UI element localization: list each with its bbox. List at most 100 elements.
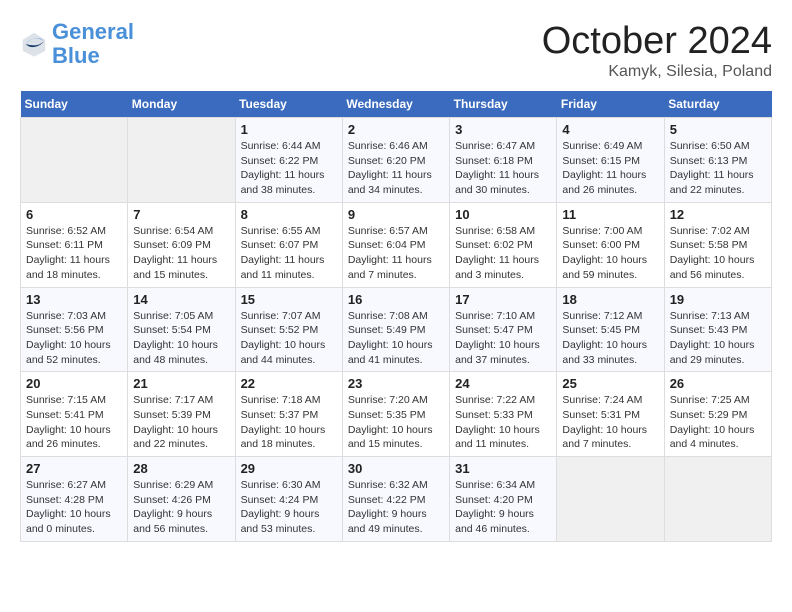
cell-text: Sunrise: 6:46 AM Sunset: 6:20 PM Dayligh… — [348, 139, 444, 198]
day-number: 27 — [26, 461, 122, 476]
calendar-cell: 20Sunrise: 7:15 AM Sunset: 5:41 PM Dayli… — [21, 372, 128, 457]
calendar-cell: 7 Sunrise: 6:54 AM Sunset: 6:09 PM Daylig… — [128, 202, 235, 287]
weekday-header: Sunday — [21, 91, 128, 118]
calendar-cell: 19 Sunrise: 7:13 AM Sunset: 5:43 PM Dayli… — [664, 287, 771, 372]
cell-text: Sunrise: 6:49 AM Sunset: 6:15 PM Dayligh… — [562, 139, 658, 198]
calendar-cell: 23Sunrise: 7:20 AM Sunset: 5:35 PM Dayli… — [342, 372, 449, 457]
day-number: 5 — [670, 122, 766, 137]
calendar-cell: 11Sunrise: 7:00 AM Sunset: 6:00 PM Dayli… — [557, 202, 664, 287]
calendar-cell: 24 Sunrise: 7:22 AM Sunset: 5:33 PM Dayli… — [450, 372, 557, 457]
day-number: 26 — [670, 376, 766, 391]
calendar-row: 6Sunrise: 6:52 AM Sunset: 6:11 PM Daylig… — [21, 202, 772, 287]
logo: General Blue — [20, 20, 134, 68]
day-number: 25 — [562, 376, 658, 391]
day-number: 28 — [133, 461, 229, 476]
calendar-cell: 14 Sunrise: 7:05 AM Sunset: 5:54 PM Dayli… — [128, 287, 235, 372]
day-number: 7 — [133, 207, 229, 222]
cell-text: Sunrise: 7:03 AM Sunset: 5:56 PM Dayligh… — [26, 309, 122, 368]
calendar-cell: 27 Sunrise: 6:27 AM Sunset: 4:28 PM Dayli… — [21, 457, 128, 542]
cell-text: Sunrise: 6:55 AM Sunset: 6:07 PM Dayligh… — [241, 224, 337, 283]
cell-text: Sunrise: 7:25 AM Sunset: 5:29 PM Dayligh… — [670, 393, 766, 452]
day-number: 3 — [455, 122, 551, 137]
cell-text: Sunrise: 6:32 AM Sunset: 4:22 PM Dayligh… — [348, 478, 444, 537]
day-number: 13 — [26, 292, 122, 307]
cell-text: Sunrise: 7:18 AM Sunset: 5:37 PM Dayligh… — [241, 393, 337, 452]
calendar-cell: 16 Sunrise: 7:08 AM Sunset: 5:49 PM Dayli… — [342, 287, 449, 372]
day-number: 6 — [26, 207, 122, 222]
calendar-cell: 28Sunrise: 6:29 AM Sunset: 4:26 PM Dayli… — [128, 457, 235, 542]
location-title: Kamyk, Silesia, Poland — [542, 63, 772, 81]
cell-text: Sunrise: 6:58 AM Sunset: 6:02 PM Dayligh… — [455, 224, 551, 283]
calendar-cell: 13 Sunrise: 7:03 AM Sunset: 5:56 PM Dayli… — [21, 287, 128, 372]
day-number: 16 — [348, 292, 444, 307]
day-number: 9 — [348, 207, 444, 222]
month-title: October 2024 — [542, 20, 772, 63]
cell-text: Sunrise: 6:54 AM Sunset: 6:09 PM Dayligh… — [133, 224, 229, 283]
weekday-header: Tuesday — [235, 91, 342, 118]
day-number: 18 — [562, 292, 658, 307]
calendar-row: 27 Sunrise: 6:27 AM Sunset: 4:28 PM Dayli… — [21, 457, 772, 542]
cell-text: Sunrise: 7:22 AM Sunset: 5:33 PM Dayligh… — [455, 393, 551, 452]
calendar-row: 13 Sunrise: 7:03 AM Sunset: 5:56 PM Dayli… — [21, 287, 772, 372]
calendar-cell — [664, 457, 771, 542]
calendar-cell — [21, 118, 128, 203]
calendar-cell: 22Sunrise: 7:18 AM Sunset: 5:37 PM Dayli… — [235, 372, 342, 457]
calendar-cell: 10 Sunrise: 6:58 AM Sunset: 6:02 PM Dayli… — [450, 202, 557, 287]
calendar-row: 20Sunrise: 7:15 AM Sunset: 5:41 PM Dayli… — [21, 372, 772, 457]
weekday-header: Saturday — [664, 91, 771, 118]
day-number: 11 — [562, 207, 658, 222]
day-number: 23 — [348, 376, 444, 391]
logo-icon — [20, 30, 48, 58]
weekday-header-row: SundayMondayTuesdayWednesdayThursdayFrid… — [21, 91, 772, 118]
cell-text: Sunrise: 6:30 AM Sunset: 4:24 PM Dayligh… — [241, 478, 337, 537]
day-number: 30 — [348, 461, 444, 476]
logo-line2: Blue — [52, 43, 100, 68]
cell-text: Sunrise: 6:57 AM Sunset: 6:04 PM Dayligh… — [348, 224, 444, 283]
day-number: 2 — [348, 122, 444, 137]
calendar-cell: 5 Sunrise: 6:50 AM Sunset: 6:13 PM Daylig… — [664, 118, 771, 203]
cell-text: Sunrise: 7:10 AM Sunset: 5:47 PM Dayligh… — [455, 309, 551, 368]
cell-text: Sunrise: 7:13 AM Sunset: 5:43 PM Dayligh… — [670, 309, 766, 368]
calendar-cell: 30 Sunrise: 6:32 AM Sunset: 4:22 PM Dayli… — [342, 457, 449, 542]
calendar-cell: 12Sunrise: 7:02 AM Sunset: 5:58 PM Dayli… — [664, 202, 771, 287]
logo-text: General Blue — [52, 20, 134, 68]
day-number: 4 — [562, 122, 658, 137]
logo-line1: General — [52, 19, 134, 44]
weekday-header: Friday — [557, 91, 664, 118]
calendar-cell: 8 Sunrise: 6:55 AM Sunset: 6:07 PM Daylig… — [235, 202, 342, 287]
calendar-table: SundayMondayTuesdayWednesdayThursdayFrid… — [20, 91, 772, 542]
day-number: 15 — [241, 292, 337, 307]
day-number: 29 — [241, 461, 337, 476]
day-number: 19 — [670, 292, 766, 307]
calendar-cell: 1Sunrise: 6:44 AM Sunset: 6:22 PM Daylig… — [235, 118, 342, 203]
calendar-cell: 26 Sunrise: 7:25 AM Sunset: 5:29 PM Dayli… — [664, 372, 771, 457]
calendar-cell: 2 Sunrise: 6:46 AM Sunset: 6:20 PM Daylig… — [342, 118, 449, 203]
weekday-header: Monday — [128, 91, 235, 118]
cell-text: Sunrise: 6:44 AM Sunset: 6:22 PM Dayligh… — [241, 139, 337, 198]
calendar-cell: 29 Sunrise: 6:30 AM Sunset: 4:24 PM Dayli… — [235, 457, 342, 542]
day-number: 20 — [26, 376, 122, 391]
cell-text: Sunrise: 7:12 AM Sunset: 5:45 PM Dayligh… — [562, 309, 658, 368]
cell-text: Sunrise: 7:02 AM Sunset: 5:58 PM Dayligh… — [670, 224, 766, 283]
calendar-cell: 6Sunrise: 6:52 AM Sunset: 6:11 PM Daylig… — [21, 202, 128, 287]
weekday-header: Thursday — [450, 91, 557, 118]
cell-text: Sunrise: 6:34 AM Sunset: 4:20 PM Dayligh… — [455, 478, 551, 537]
day-number: 17 — [455, 292, 551, 307]
day-number: 14 — [133, 292, 229, 307]
cell-text: Sunrise: 7:08 AM Sunset: 5:49 PM Dayligh… — [348, 309, 444, 368]
calendar-row: 1Sunrise: 6:44 AM Sunset: 6:22 PM Daylig… — [21, 118, 772, 203]
weekday-header: Wednesday — [342, 91, 449, 118]
calendar-cell: 15 Sunrise: 7:07 AM Sunset: 5:52 PM Dayli… — [235, 287, 342, 372]
cell-text: Sunrise: 6:27 AM Sunset: 4:28 PM Dayligh… — [26, 478, 122, 537]
day-number: 24 — [455, 376, 551, 391]
day-number: 21 — [133, 376, 229, 391]
calendar-cell: 9 Sunrise: 6:57 AM Sunset: 6:04 PM Daylig… — [342, 202, 449, 287]
cell-text: Sunrise: 7:24 AM Sunset: 5:31 PM Dayligh… — [562, 393, 658, 452]
cell-text: Sunrise: 7:07 AM Sunset: 5:52 PM Dayligh… — [241, 309, 337, 368]
cell-text: Sunrise: 6:50 AM Sunset: 6:13 PM Dayligh… — [670, 139, 766, 198]
day-number: 8 — [241, 207, 337, 222]
day-number: 10 — [455, 207, 551, 222]
calendar-cell: 21 Sunrise: 7:17 AM Sunset: 5:39 PM Dayli… — [128, 372, 235, 457]
cell-text: Sunrise: 7:17 AM Sunset: 5:39 PM Dayligh… — [133, 393, 229, 452]
cell-text: Sunrise: 7:05 AM Sunset: 5:54 PM Dayligh… — [133, 309, 229, 368]
